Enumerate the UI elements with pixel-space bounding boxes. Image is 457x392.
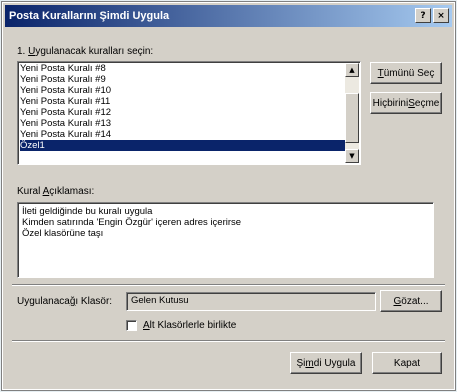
include-subfolders-checkbox[interactable] [126, 320, 137, 331]
rule-list-item[interactable]: Yeni Posta Kuralı #11 [20, 96, 358, 107]
rule-label: Yeni Posta Kuralı #9 [20, 74, 106, 85]
description-line: Kimden satırında 'Engin Özgür' içeren ad… [22, 217, 242, 228]
rule-label: Yeni Posta Kuralı #13 [20, 118, 112, 129]
title-bar[interactable]: Posta Kurallarını Şimdi Uygula ? × [5, 5, 452, 27]
help-button[interactable]: ? [415, 8, 431, 23]
rule-list-item[interactable]: Özel1 [20, 140, 358, 151]
rule-list-item[interactable]: Yeni Posta Kuralı #14 [20, 129, 358, 140]
rule-list-item[interactable]: Yeni Posta Kuralı #12 [20, 107, 358, 118]
separator-bottom [12, 340, 445, 342]
rule-label: Yeni Posta Kuralı #10 [20, 85, 112, 96]
rule-list-item[interactable]: Yeni Posta Kuralı #8 [20, 63, 358, 74]
scroll-down-button[interactable]: ▼ [345, 149, 359, 163]
apply-in-folder-field: Gelen Kutusu [126, 292, 376, 311]
rule-label: Yeni Posta Kuralı #8 [20, 63, 106, 74]
rules-scrollbar[interactable]: ▲ ▼ [345, 63, 359, 163]
rule-list-item[interactable]: Yeni Posta Kuralı #9 [20, 74, 358, 85]
apply-in-folder-label: Uygulanacağı Klasör: [17, 296, 113, 307]
rule-label: Yeni Posta Kuralı #14 [20, 129, 112, 140]
rule-description-box[interactable]: İleti geldiğinde bu kuralı uygula Kimden… [17, 202, 434, 278]
description-line: İleti geldiğinde bu kuralı uygula [22, 206, 153, 217]
scroll-up-button[interactable]: ▲ [345, 63, 359, 77]
description-line: Özel klasörüne taşı [22, 228, 104, 239]
browse-button[interactable]: Gözat... [380, 290, 442, 312]
close-window-button[interactable]: × [433, 8, 449, 23]
rule-label: Özel1 [20, 140, 45, 151]
scroll-thumb[interactable] [345, 93, 359, 143]
rules-list-label: 1. Uygulanacak kuralları seçin: [17, 46, 154, 57]
close-button[interactable]: Kapat [372, 352, 442, 374]
rules-listbox[interactable]: Yeni Posta Kuralı #8 Yeni Posta Kuralı #9… [17, 61, 361, 165]
rule-label: Yeni Posta Kuralı #12 [20, 107, 112, 118]
rule-label: Yeni Posta Kuralı #11 [20, 96, 111, 107]
apply-now-button[interactable]: Şi m di Uygula [290, 352, 362, 374]
rule-list-item[interactable]: Yeni Posta Kuralı #10 [20, 85, 358, 96]
rule-description-label: Kural Açıklaması: [17, 186, 95, 197]
window-title: Posta Kurallarını Şimdi Uygula [9, 10, 170, 22]
separator-top [12, 284, 445, 286]
unselect-all-button[interactable]: Hiçbirini Seçme [370, 92, 442, 114]
rule-list-item[interactable]: Yeni Posta Kuralı #13 [20, 118, 358, 129]
include-subfolders-label[interactable]: Alt Klasörlerle birlikte [143, 320, 236, 331]
select-all-button[interactable]: Tümünü Seç [370, 62, 442, 84]
